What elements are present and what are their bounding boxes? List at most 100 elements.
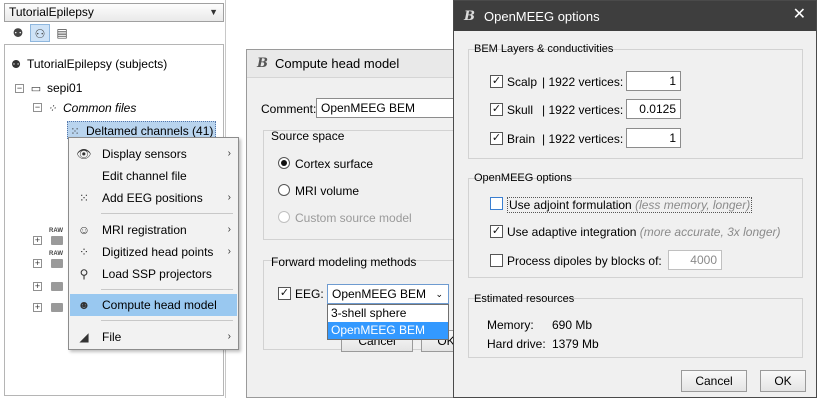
- menu-item-file[interactable]: ◢ File ›: [70, 326, 237, 348]
- chevron-right-icon: ›: [227, 246, 231, 257]
- skull-vertices: | 1922 vertices:: [542, 103, 624, 117]
- adaptive-label: Use adaptive integration: [507, 225, 637, 239]
- openmeeg-options-dialog: B OpenMEEG options ✕ BEM Layers & conduc…: [453, 0, 817, 398]
- custom-source-model-radio: [278, 211, 290, 223]
- estimated-resources-label: Estimated resources: [474, 293, 575, 305]
- collapse-icon[interactable]: −: [33, 103, 42, 112]
- menu-item-add-eeg-positions[interactable]: ⁙ Add EEG positions ›: [70, 187, 237, 209]
- forward-methods-label: Forward modeling methods: [271, 255, 417, 269]
- head-model-icon: ☻: [77, 298, 91, 312]
- menu-item-compute-head-model[interactable]: ☻ Compute head model: [70, 294, 237, 316]
- comment-input[interactable]: OpenMEEG BEM: [316, 98, 463, 118]
- functional-view-icon[interactable]: ⚇: [30, 24, 50, 42]
- chevron-down-icon: ▼: [209, 7, 218, 17]
- compute-head-model-dialog: B Compute head model Comment: OpenMEEG B…: [246, 49, 464, 398]
- subjects-view-icon[interactable]: ⚉: [8, 24, 28, 42]
- menu-label: File: [102, 330, 122, 344]
- dialog-title: Compute head model: [275, 56, 400, 71]
- dialog-titlebar: B OpenMEEG options ✕: [454, 1, 816, 31]
- protocol-name: TutorialEpilepsy: [9, 5, 94, 19]
- option-openmeeg-bem[interactable]: OpenMEEG BEM: [328, 322, 448, 339]
- folder-icon: [51, 282, 63, 291]
- brain-label: Brain: [507, 132, 536, 146]
- bem-layers-label: BEM Layers & conductivities: [474, 43, 614, 55]
- memory-label: Memory:: [487, 318, 534, 332]
- ok-button[interactable]: OK: [760, 370, 806, 392]
- hard-drive-label: Hard drive:: [487, 337, 546, 351]
- comment-label: Comment:: [261, 102, 317, 116]
- menu-label: Digitized head points: [102, 245, 214, 259]
- brain-vertices: | 1922 vertices:: [542, 132, 624, 146]
- process-blocks-label: Process dipoles by blocks of:: [507, 254, 662, 268]
- adjoint-option[interactable]: Use adjoint formulation (less memory, lo…: [507, 197, 753, 213]
- menu-label: Edit channel file: [102, 169, 187, 183]
- skull-label: Skull: [507, 103, 534, 117]
- projector-icon: ⚲: [79, 267, 89, 281]
- cancel-button[interactable]: Cancel: [681, 370, 747, 392]
- menu-item-display-sensors[interactable]: 👁 Display sensors ›: [70, 143, 237, 165]
- subjects-icon: ⚉: [11, 58, 21, 71]
- head-icon: ☺: [77, 223, 91, 237]
- skull-checkbox[interactable]: ✓: [490, 103, 503, 116]
- raw-badge: RAW: [49, 228, 63, 234]
- eeg-method-select[interactable]: OpenMEEG BEM ⌄: [327, 284, 449, 304]
- menu-separator: [101, 289, 233, 290]
- menu-item-load-ssp-projectors[interactable]: ⚲ Load SSP projectors: [70, 263, 237, 285]
- brain-conductivity-input[interactable]: 1: [626, 128, 681, 148]
- expand-icon[interactable]: +: [33, 259, 42, 268]
- scalp-vertices: | 1922 vertices:: [542, 75, 624, 89]
- cortex-surface-radio[interactable]: [278, 157, 290, 169]
- chevron-right-icon: ›: [227, 148, 231, 159]
- mri-volume-label: MRI volume: [295, 184, 360, 198]
- common-files-icon: ⁘: [47, 102, 57, 115]
- points-icon: ⁘: [78, 245, 90, 259]
- tree-node-label: Deltamed channels (41): [86, 124, 214, 138]
- adaptive-integration-checkbox[interactable]: ✓: [490, 225, 503, 238]
- eeg-checkbox[interactable]: ✓: [278, 287, 291, 300]
- option-3-shell-sphere[interactable]: 3-shell sphere: [328, 305, 448, 322]
- menu-item-digitized-head-points[interactable]: ⁘ Digitized head points ›: [70, 241, 237, 263]
- scalp-checkbox[interactable]: ✓: [490, 75, 503, 88]
- menu-label: Display sensors: [102, 147, 187, 161]
- chevron-right-icon: ›: [227, 331, 231, 342]
- openmeeg-options-label: OpenMEEG options: [474, 172, 572, 184]
- scalp-label: Scalp: [507, 75, 538, 89]
- expand-icon[interactable]: +: [33, 303, 42, 312]
- mri-volume-radio[interactable]: [278, 184, 290, 196]
- menu-item-edit-channel-file[interactable]: Edit channel file: [70, 165, 237, 187]
- process-blocks-checkbox[interactable]: [490, 254, 503, 267]
- tree-node-label: Common files: [63, 101, 137, 115]
- eeg-label: EEG:: [295, 287, 324, 301]
- tree-node-subject[interactable]: ▭ sepi01: [29, 79, 83, 97]
- menu-label: Compute head model: [102, 298, 217, 312]
- tree-node-common-files[interactable]: ⁘ Common files: [45, 99, 136, 117]
- brainstorm-logo-icon: B: [464, 9, 475, 24]
- skull-conductivity-input[interactable]: 0.0125: [626, 99, 681, 119]
- brain-checkbox[interactable]: ✓: [490, 132, 503, 145]
- adjoint-label: Use adjoint formulation: [509, 198, 632, 212]
- menu-separator: [101, 320, 233, 321]
- tree-node-protocol[interactable]: ⚉ TutorialEpilepsy (subjects): [9, 55, 167, 73]
- close-icon[interactable]: ✕: [793, 7, 806, 23]
- adjoint-hint: (less memory, longer): [635, 198, 751, 212]
- study-view-icon[interactable]: ▤: [52, 24, 72, 42]
- hard-drive-value: 1379 Mb: [552, 337, 599, 351]
- menu-label: Add EEG positions: [102, 191, 203, 205]
- eeg-method-value: OpenMEEG BEM: [332, 287, 427, 301]
- collapse-icon[interactable]: −: [15, 84, 24, 93]
- folder-icon: [51, 236, 63, 245]
- adjoint-checkbox[interactable]: [490, 197, 503, 210]
- raw-badge: RAW: [49, 251, 63, 257]
- custom-source-model-label: Custom source model: [295, 211, 412, 225]
- chevron-right-icon: ›: [227, 192, 231, 203]
- eye-icon: 👁: [76, 147, 92, 161]
- expand-icon[interactable]: +: [33, 282, 42, 291]
- subject-icon: ▭: [30, 82, 42, 95]
- scalp-conductivity-input[interactable]: 1: [626, 71, 681, 91]
- protocol-selector[interactable]: TutorialEpilepsy ▼: [4, 3, 224, 22]
- eeg-method-dropdown-list: 3-shell sphere OpenMEEG BEM: [327, 304, 449, 340]
- dots-icon: ⁙: [78, 191, 90, 205]
- menu-item-mri-registration[interactable]: ☺ MRI registration ›: [70, 219, 237, 241]
- expand-icon[interactable]: +: [33, 236, 42, 245]
- source-space-label: Source space: [271, 129, 345, 143]
